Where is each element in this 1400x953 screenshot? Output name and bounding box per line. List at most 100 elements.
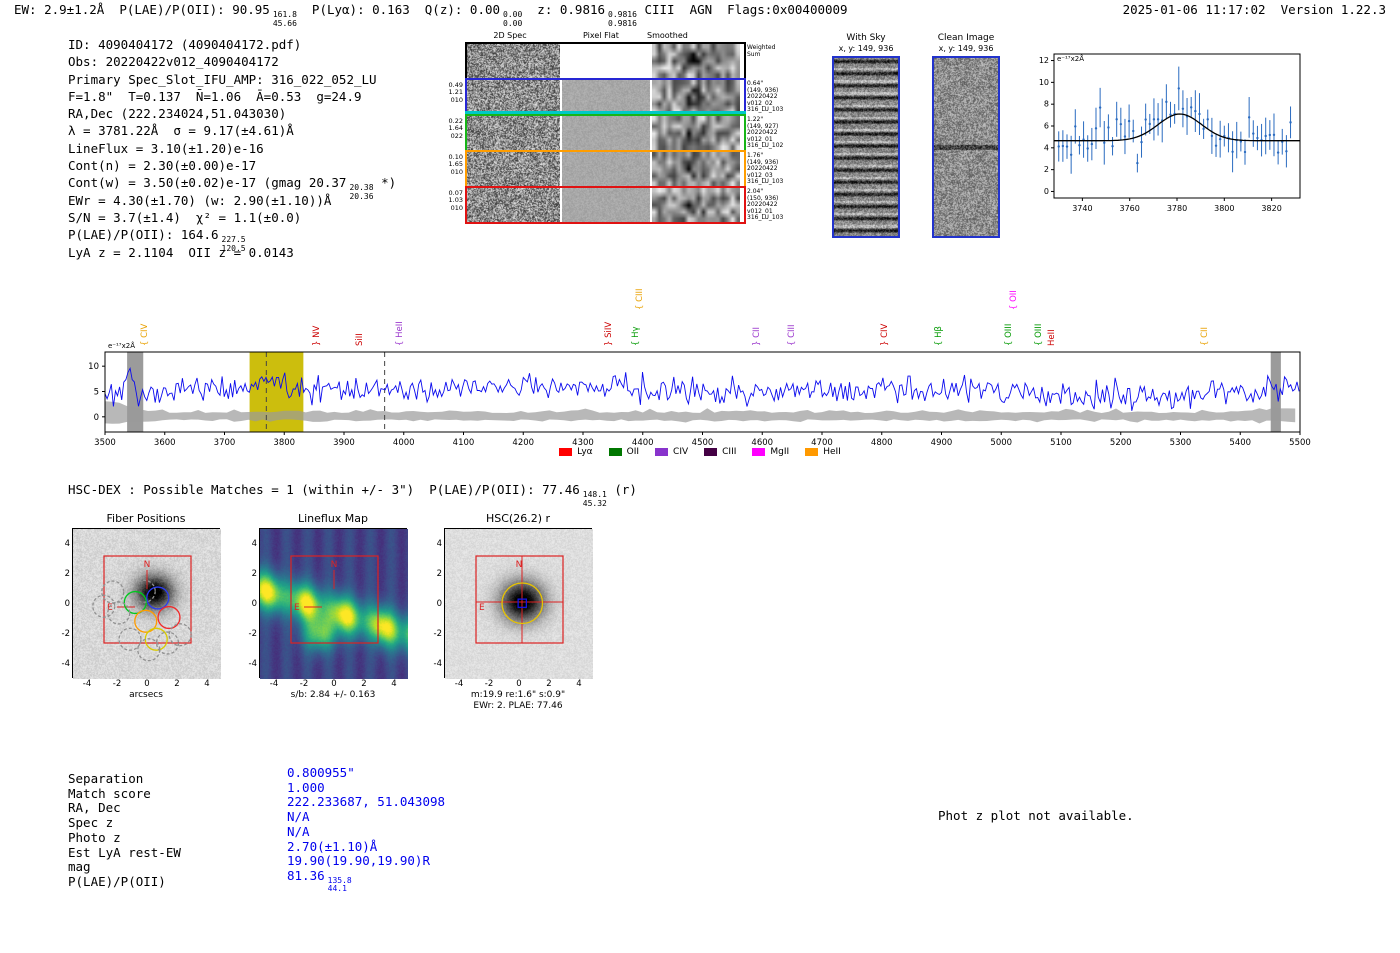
- timestamp-version: 2025-01-06 11:17:02 Version 1.22.3: [1122, 2, 1386, 17]
- svg-text:e⁻¹⁷x2Å: e⁻¹⁷x2Å: [1057, 54, 1084, 63]
- match-table: Separation 0.800955" Match score 1.000 R…: [68, 765, 446, 900]
- match-field-value: 222.233687, 51.043098: [287, 794, 446, 810]
- match-field-label: RA, Dec: [68, 800, 121, 816]
- svg-text:5: 5: [94, 387, 99, 397]
- svg-text:3820: 3820: [1261, 204, 1281, 213]
- fiber-positions-panel: Fiber Positions NE 4 2 0 -2 -4 -4 -2 0 2 4 arcse…: [62, 512, 222, 700]
- spec2d-image: [467, 188, 560, 222]
- spec2d-image: [467, 80, 560, 114]
- info-line: S/N = 3.7(±1.4) χ² = 1.1(±0.0): [68, 209, 302, 225]
- clean-image: [932, 56, 1000, 238]
- svg-text:4: 4: [1044, 143, 1049, 152]
- legend-label: Lyα: [577, 447, 593, 457]
- qz-summary: Q(z): 0.00 0.00 0.00: [424, 2, 523, 28]
- plae-summary: P(LAE)/P(OII): 90.95 161.8 45.66: [119, 2, 297, 28]
- info-line: F=1.8" T=0.137 N̄=1.06 Ā=0.53 g=24.9: [68, 88, 362, 104]
- with-sky-panel: With Sky x, y: 149, 936: [830, 33, 902, 238]
- hsc-caption-1: m:19.9 re:1.6" s:0.9": [470, 690, 566, 700]
- fiber-x-axis-label: arcsecs: [129, 690, 163, 700]
- info-line: Obs: 20220422v012_4090404172: [68, 54, 279, 70]
- match-field-value: 81.36 135.8 44.1: [287, 867, 352, 894]
- match-row: P(LAE)/P(OII) 81.36 135.8 44.1: [68, 868, 445, 900]
- legend-swatch: [704, 448, 718, 456]
- elixer-detection-report: EW: 2.9±1.2Å P(LAE)/P(OII): 90.95 161.8 45…: [0, 0, 1400, 953]
- fiber-info-labels: 1.22" (149, 927) 20220422 v012_01 316_LU…: [747, 116, 784, 150]
- spec2d-image: [467, 116, 560, 150]
- legend-swatch: [752, 448, 766, 456]
- svg-text:E: E: [479, 603, 485, 613]
- info-line: ID: 4090404172 (4090404172.pdf): [68, 37, 302, 52]
- emission-line-label-oii: { OII: [1009, 290, 1020, 310]
- fiber-info-labels: 0.64" (149, 936) 20220422 v012_02 316_LU…: [747, 80, 784, 114]
- svg-text:10: 10: [1039, 78, 1049, 87]
- match-field-label: P(LAE)/P(OII): [68, 873, 166, 889]
- spec2d-row: 0.49 1.21 010 0.64" (149, 936) 20220422 …: [449, 78, 783, 116]
- svg-text:3740: 3740: [1072, 204, 1092, 213]
- spec2d-panel: Weighted Sum 0.49 1.21 010 0.64" (149, 9…: [449, 42, 783, 224]
- info-uncertainty: 20.38 20.36: [349, 183, 374, 201]
- spectrum-legend: Lyα OII CIV CIII MgII HeII: [60, 447, 1340, 457]
- spec2d-column-header: Pixel Flat: [583, 31, 619, 40]
- svg-text:10: 10: [88, 362, 99, 372]
- lineflux-x-ticks: -4 -2 0 2 4: [269, 679, 397, 689]
- header-bar: EW: 2.9±1.2Å P(LAE)/P(OII): 90.95 161.8 45…: [14, 2, 1386, 28]
- clean-image-panel: Clean Image x, y: 149, 936: [930, 33, 1002, 238]
- spec2d-image: [467, 152, 560, 186]
- hsc-cutout-image: NE 4 2 0 -2 -4: [434, 528, 593, 679]
- z-uncertainty: 0.9816 0.9816: [608, 10, 637, 28]
- legend-label: OII: [626, 447, 640, 457]
- lineflux-map-panel: Lineflux Map NE 4 2 0 -2 -4 -4 -2 0 2 4 s/b: 2.8…: [249, 512, 409, 700]
- info-line: λ = 3781.22Å σ = 9.17(±4.61)Å: [68, 123, 294, 139]
- spec2d-column-header: 2D Spec: [493, 31, 527, 40]
- lineflux-caption: s/b: 2.84 +/- 0.163: [290, 690, 376, 700]
- plae-uncertainty: 161.8 45.66: [272, 10, 297, 28]
- svg-text:8: 8: [1044, 100, 1049, 109]
- svg-text:e⁻¹⁷x2Å: e⁻¹⁷x2Å: [108, 341, 135, 350]
- fiber-info-labels: 2.04" (150, 936) 20220422 v012_01 316_LU…: [747, 188, 784, 222]
- fiber-positions-image: NE 4 2 0 -2 -4: [62, 528, 221, 679]
- fiber-positions-title: Fiber Positions: [106, 512, 186, 525]
- svg-text:3780: 3780: [1167, 204, 1187, 213]
- pixel-flat-image: [562, 80, 650, 114]
- hsc-plae-uncertainty: 148.1 45.32: [582, 490, 607, 508]
- clean-image-coords: x, y: 149, 936: [938, 44, 994, 53]
- info-line: LyA z = 2.1104 OII z = 0.0143: [68, 244, 294, 260]
- match-field-label: Separation: [68, 771, 144, 786]
- with-sky-image: [832, 56, 900, 238]
- line-fit-zoom-plot: 3740 3760 3780 3800 3820 0 2 4 6 8 10 12 e⁻¹⁷x2Å: [1039, 53, 1301, 213]
- match-field-label: Photo z: [68, 829, 121, 845]
- smoothed-image: [652, 116, 740, 150]
- info-line: RA,Dec (222.234024,51.043030): [68, 106, 287, 122]
- legend-swatch: [655, 448, 669, 456]
- classification-label: AGN: [689, 2, 713, 17]
- legend-item: CIII: [704, 447, 736, 457]
- emission-line-labels: { CIV} NV SiII{ HeII} SiIV{ Hγ{ CIII} CII…: [60, 272, 1340, 346]
- hsc-x-ticks: -4 -2 0 2 4: [454, 679, 582, 689]
- info-line: Primary Spec_Slot_IFU_AMP: 316_022_052_L…: [68, 71, 377, 87]
- info-line: Cont(w) = 3.50(±0.02)e-17 (gmag 20.37 20.…: [68, 175, 397, 201]
- legend-item: OII: [608, 447, 640, 457]
- spec2d-row: 0.22 1.64 022 1.22" (149, 927) 20220422 …: [449, 114, 783, 152]
- match-field-label: mag: [68, 859, 91, 875]
- legend-label: CIII: [722, 447, 737, 457]
- info-line: LineFlux = 3.10(±1.20)e-16: [68, 140, 264, 156]
- match-field-value: 0.800955": [287, 765, 355, 780]
- svg-text:N: N: [144, 560, 151, 570]
- line-id-label: CIII: [644, 2, 675, 17]
- svg-text:3800: 3800: [1214, 204, 1234, 213]
- smoothed-image: [652, 80, 740, 114]
- fiber-x-ticks: -4 -2 0 2 4: [82, 679, 210, 689]
- match-field-label: Spec z: [68, 815, 114, 831]
- fiber-info-labels: 1.76" (149, 936) 20220422 v012_03 316_LU…: [747, 152, 784, 186]
- lineflux-map-image: NE 4 2 0 -2 -4: [249, 528, 408, 679]
- fiber-weight-labels: 0.22 1.64 022: [448, 117, 463, 140]
- match-field-value: N/A: [287, 823, 310, 839]
- legend-item: Lyα: [559, 447, 593, 457]
- header-summary: EW: 2.9±1.2Å P(LAE)/P(OII): 90.95 161.8 45…: [14, 2, 848, 28]
- qz-uncertainty: 0.00 0.00: [503, 10, 523, 28]
- pixel-flat-image: [562, 152, 650, 186]
- clean-image-title: Clean Image: [937, 33, 995, 43]
- spec2d-row: Weighted Sum: [465, 42, 775, 80]
- legend-swatch: [559, 448, 573, 456]
- smoothed-image: [652, 44, 740, 78]
